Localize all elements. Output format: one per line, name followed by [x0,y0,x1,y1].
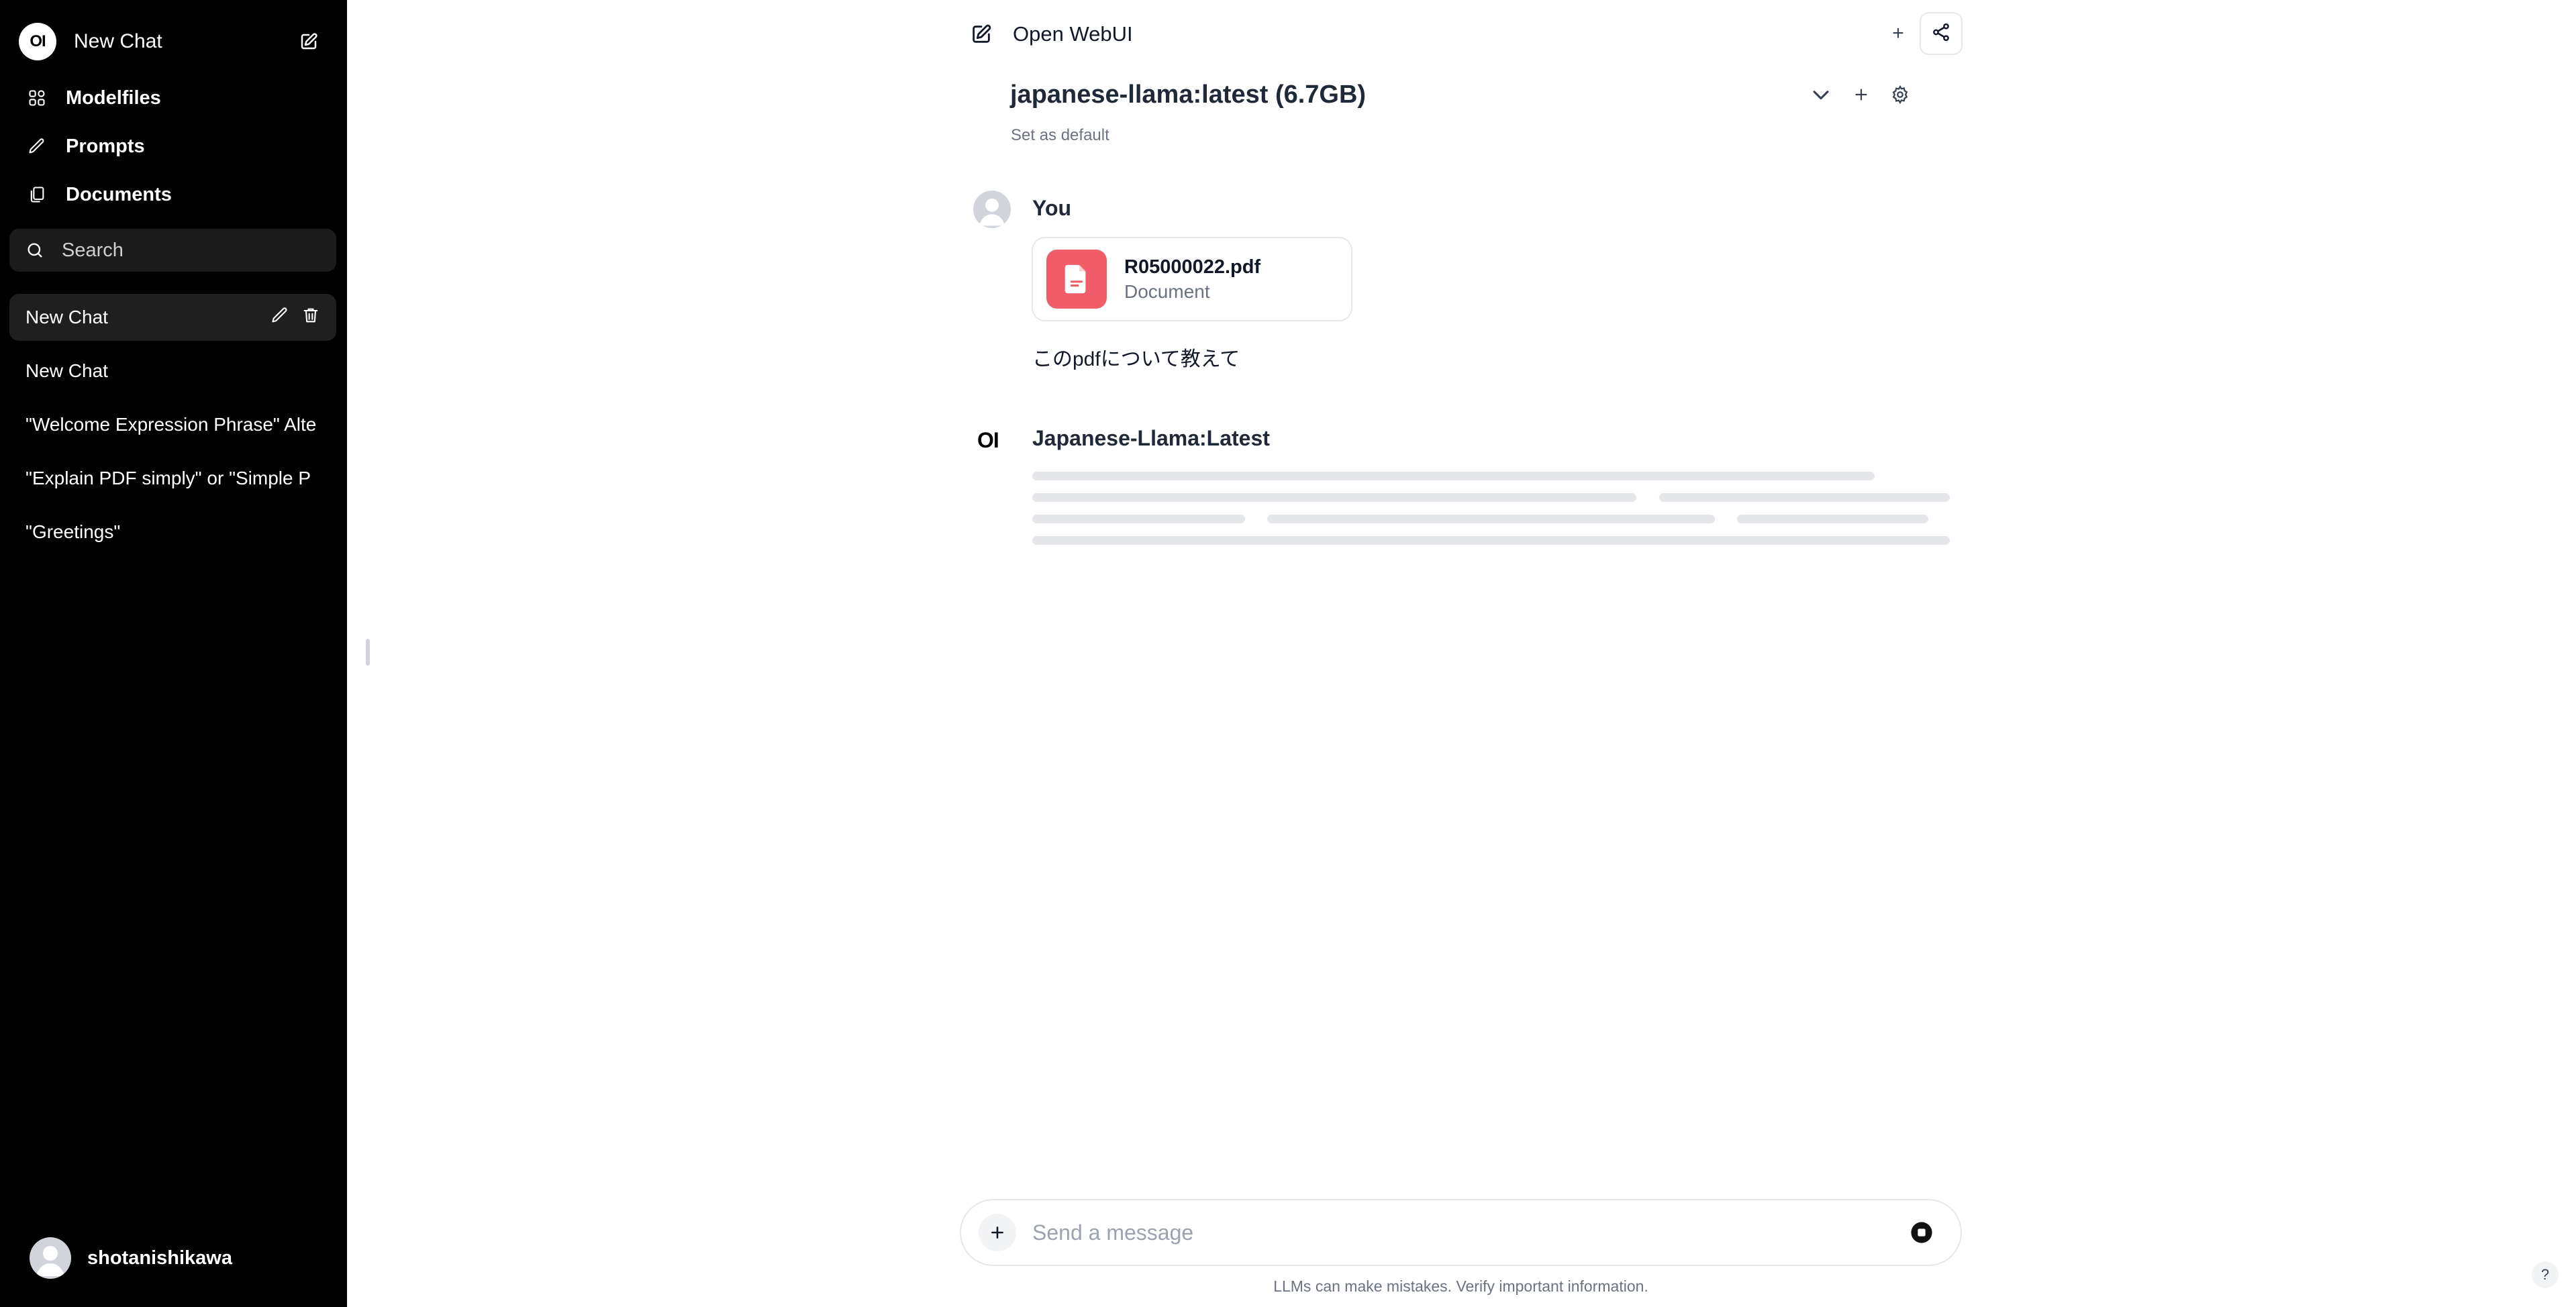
sidebar-search[interactable]: Search [9,229,336,272]
avatar [30,1237,71,1279]
skeleton-line [1659,493,1950,502]
chat-item[interactable]: New Chat [9,348,336,395]
add-button[interactable]: + [1885,20,1912,47]
modelfiles-icon [27,88,47,108]
user-message-text: このpdfについて教えて [1032,348,1240,370]
new-chat-button[interactable]: New Chat [74,30,295,53]
chat-item[interactable]: "Welcome Expression Phrase" Alte [9,401,336,448]
file-type: Document [1124,280,1210,302]
assistant-avatar: OI [977,428,999,452]
file-attachment[interactable]: R05000022.pdf Document [1032,237,1352,321]
sidebar: OI New Chat Modelfiles Prompts Documents… [0,0,347,1307]
skeleton-line [1032,536,1950,545]
chevron-down-icon[interactable] [1810,83,1832,109]
share-icon [1931,22,1951,46]
message-author: You [1032,196,1072,220]
skeleton-line [1032,493,1636,502]
topbar: Open WebUI [970,17,1133,51]
help-button[interactable]: ? [2532,1261,2559,1288]
chat-item-label: "Welcome Expression Phrase" Alte [26,414,317,435]
sidebar-item-prompts[interactable]: Prompts [27,127,145,165]
sidebar-item-label: Prompts [66,135,145,157]
sidebar-item-label: Documents [66,183,172,205]
chat-item-label: New Chat [26,307,108,327]
sidebar-item-documents[interactable]: Documents [27,176,172,213]
chat-item-label: "Greetings" [26,521,121,542]
app-logo[interactable]: OI [19,23,56,60]
documents-icon [27,185,47,205]
chat-item[interactable]: "Greetings" [9,509,336,556]
disclaimer-text: LLMs can make mistakes. Verify important… [1273,1277,1648,1295]
search-input[interactable]: Search [62,240,123,262]
user-name: shotanishikawa [87,1247,232,1269]
gear-icon[interactable] [1890,85,1910,108]
new-chat-edit-icon[interactable] [295,28,322,55]
edit-chat-icon[interactable] [270,306,289,329]
model-controls [1810,83,1910,109]
chat-item-label: New Chat [26,360,108,381]
chat-item-active[interactable]: New Chat [9,294,336,341]
new-chat-edit-icon[interactable] [970,22,994,46]
chat-item[interactable]: "Explain PDF simply" or "Simple P [9,455,336,502]
sidebar-header: OI New Chat [19,20,322,63]
file-name: R05000022.pdf [1124,256,1261,278]
sidebar-item-label: Modelfiles [66,87,161,109]
assistant-name: Japanese-Llama:Latest [1032,426,1270,450]
set-as-default-link[interactable]: Set as default [1011,126,1109,145]
share-button[interactable] [1920,12,1963,55]
stop-generation-button[interactable] [1908,1219,1935,1246]
skeleton-line [1032,515,1245,523]
add-model-icon[interactable] [1852,86,1870,107]
user-menu[interactable]: shotanishikawa [30,1237,232,1279]
message-composer [960,1199,1962,1266]
model-selector[interactable]: japanese-llama:latest (6.7GB) [1010,81,1366,109]
sidebar-resize-handle[interactable] [366,639,370,666]
message-input[interactable] [1031,1219,1899,1246]
pdf-file-icon [1046,250,1107,309]
pencil-icon [27,136,47,156]
delete-chat-icon[interactable] [301,306,320,329]
attach-button[interactable] [979,1214,1016,1251]
chat-item-label: "Explain PDF simply" or "Simple P [26,468,311,488]
skeleton-line [1737,515,1928,523]
page-title: Open WebUI [1013,22,1133,46]
user-avatar [973,191,1011,228]
skeleton-line [1267,515,1715,523]
skeleton-line [1032,472,1875,480]
search-icon [26,240,46,260]
sidebar-item-modelfiles[interactable]: Modelfiles [27,79,161,117]
